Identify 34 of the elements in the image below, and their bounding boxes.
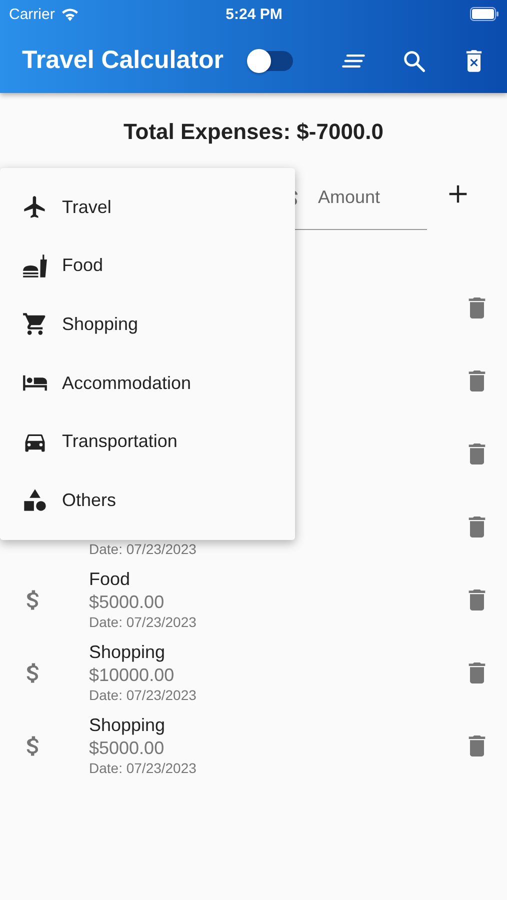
expense-date: Date: 07/23/2023 [89, 614, 198, 631]
expense-amount: $5000.00 [89, 737, 166, 760]
menu-item-label: Accommodation [62, 372, 192, 394]
menu-item-label: Shopping [62, 314, 138, 335]
menu-item[interactable]: Food [0, 236, 295, 296]
menu-item[interactable]: Transportation [0, 412, 295, 471]
app-title: Travel Calculator [22, 46, 224, 75]
expense-date: Date: 07/23/2023 [89, 687, 198, 704]
menu-item[interactable]: Travel [0, 178, 295, 237]
expense-date: Date: 07/23/2023 [89, 541, 198, 558]
airplane-icon [22, 194, 48, 220]
burger-drink-icon [22, 252, 48, 279]
menu-item-label: Food [62, 255, 104, 276]
expense-category: Shopping [89, 641, 166, 664]
wifi-icon [60, 7, 79, 21]
expense-category: Shopping [89, 714, 166, 737]
menu-item-label: Others [62, 490, 116, 511]
expense-category: Food [89, 568, 132, 591]
expense-date: Date: 07/23/2023 [89, 760, 198, 777]
shapes-icon [22, 487, 48, 514]
cart-icon [22, 311, 48, 338]
total-expenses: Total Expenses: $-7000.0 [122, 119, 385, 146]
menu-item[interactable]: Others [0, 470, 295, 530]
menu-item-label: Transportation [62, 431, 178, 452]
battery-icon [470, 7, 499, 21]
expense-amount: $10000.00 [89, 664, 176, 687]
menu-item[interactable]: Shopping [0, 295, 295, 354]
theme-switch[interactable] [249, 50, 294, 70]
clock-time: 5:24 PM [224, 6, 284, 22]
expense-amount: $5000.00 [89, 591, 166, 614]
carrier-label: Carrier [9, 6, 55, 22]
amount-field[interactable]: Amount [316, 186, 420, 209]
menu-item[interactable]: Accommodation [0, 354, 295, 412]
menu-item-label: Travel [62, 196, 112, 218]
